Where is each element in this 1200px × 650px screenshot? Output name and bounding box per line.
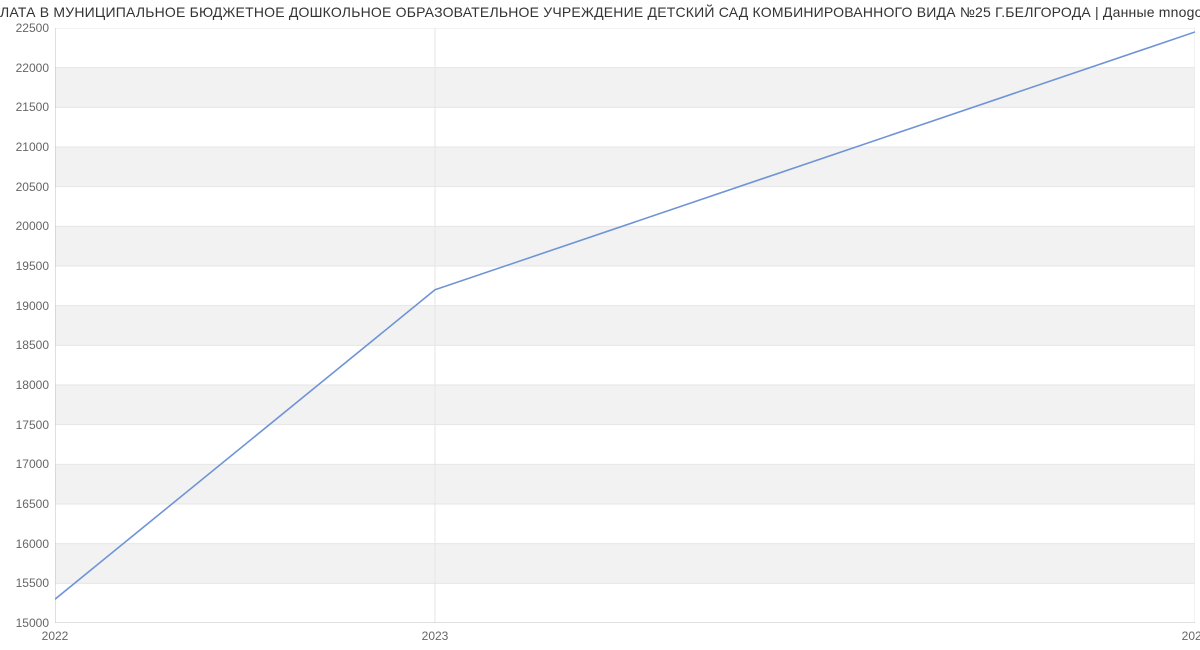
y-tick-label: 17000 [0, 457, 49, 471]
x-tick-label: 2022 [42, 629, 69, 643]
y-tick-label: 19500 [0, 259, 49, 273]
y-tick-label: 18500 [0, 338, 49, 352]
y-tick-label: 15500 [0, 576, 49, 590]
y-tick-label: 21500 [0, 100, 49, 114]
y-tick-label: 20000 [0, 219, 49, 233]
x-tick-label: 2023 [422, 629, 449, 643]
y-tick-label: 18000 [0, 378, 49, 392]
y-tick-label: 16000 [0, 537, 49, 551]
y-tick-label: 19000 [0, 299, 49, 313]
chart-title: ЛАТА В МУНИЦИПАЛЬНОЕ БЮДЖЕТНОЕ ДОШКОЛЬНО… [0, 4, 1200, 20]
plot-svg [55, 28, 1195, 623]
x-tick-label: 2025 [1182, 629, 1200, 643]
plot-area [55, 28, 1195, 623]
y-tick-label: 21000 [0, 140, 49, 154]
y-tick-label: 20500 [0, 180, 49, 194]
y-tick-label: 22000 [0, 61, 49, 75]
y-tick-label: 15000 [0, 616, 49, 630]
chart-container: ЛАТА В МУНИЦИПАЛЬНОЕ БЮДЖЕТНОЕ ДОШКОЛЬНО… [0, 0, 1200, 650]
y-tick-label: 17500 [0, 418, 49, 432]
y-tick-label: 16500 [0, 497, 49, 511]
y-tick-label: 22500 [0, 21, 49, 35]
